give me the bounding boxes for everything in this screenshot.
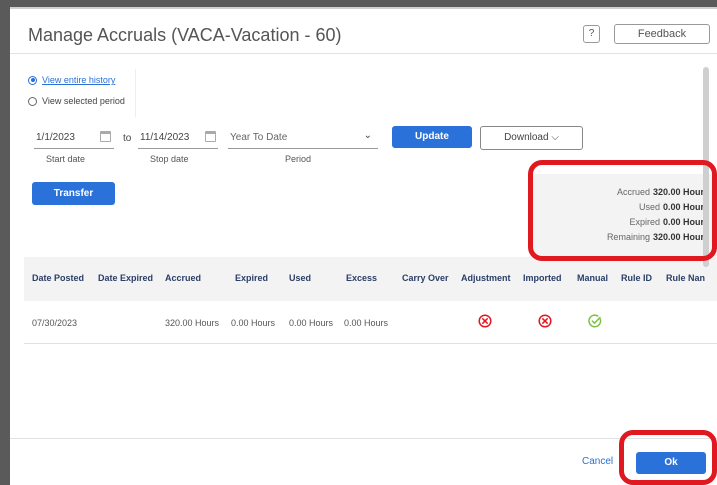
period-label: Period bbox=[285, 154, 312, 164]
update-button[interactable]: Update bbox=[392, 126, 472, 148]
start-date-input[interactable]: 1/1/2023 bbox=[34, 127, 114, 149]
radio-label-selected-period[interactable]: View selected period bbox=[42, 96, 125, 106]
period-value: Year To Date bbox=[230, 132, 288, 143]
radio-view-entire-history[interactable]: View entire history bbox=[28, 75, 115, 85]
column-header: Expired bbox=[235, 273, 269, 283]
x-circle-icon bbox=[538, 314, 552, 328]
column-header: Used bbox=[289, 273, 312, 283]
column-header: Accrued bbox=[165, 273, 202, 283]
column-header: Date Posted bbox=[32, 273, 85, 283]
transfer-button[interactable]: Transfer bbox=[32, 182, 115, 205]
column-header: Adjustment bbox=[461, 273, 511, 283]
chevron-down-icon[interactable]: ⌄ bbox=[364, 130, 372, 141]
column-header: Date Expired bbox=[98, 273, 154, 283]
accruals-table-header: Date Posted Date Expired Accrued Expired… bbox=[24, 257, 717, 301]
cell-date-posted: 07/30/2023 bbox=[32, 318, 78, 328]
help-button[interactable]: ? bbox=[583, 25, 600, 43]
table-row[interactable]: 07/30/2023 320.00 Hours 0.00 Hours 0.00 … bbox=[24, 301, 717, 344]
column-header: Rule Nan bbox=[666, 273, 706, 283]
column-header: Rule ID bbox=[621, 273, 653, 283]
radio-label-entire-history[interactable]: View entire history bbox=[42, 75, 115, 85]
history-options: View entire history View selected period bbox=[24, 69, 136, 117]
footer-divider bbox=[10, 438, 717, 439]
column-header: Excess bbox=[346, 273, 378, 283]
period-select[interactable]: Year To Date ⌄ bbox=[228, 127, 378, 149]
cell-excess: 0.00 Hours bbox=[344, 318, 389, 328]
x-circle-icon bbox=[478, 314, 492, 328]
calendar-icon[interactable] bbox=[100, 131, 111, 142]
column-header: Manual bbox=[577, 273, 609, 283]
feedback-button[interactable]: Feedback bbox=[614, 24, 710, 44]
stop-date-label: Stop date bbox=[150, 154, 189, 164]
radio-view-selected-period[interactable]: View selected period bbox=[28, 96, 125, 106]
summary-highlight-annotation bbox=[528, 160, 717, 261]
cancel-button[interactable]: Cancel bbox=[582, 456, 613, 467]
manage-accruals-dialog: Manage Accruals (VACA-Vacation - 60) ? F… bbox=[10, 7, 717, 485]
column-header: Imported bbox=[523, 273, 562, 283]
ok-highlight-annotation bbox=[619, 430, 717, 485]
to-separator: to bbox=[123, 133, 132, 144]
dialog-title: Manage Accruals (VACA-Vacation - 60) bbox=[28, 25, 342, 45]
stop-date-value: 11/14/2023 bbox=[140, 132, 190, 143]
check-circle-icon bbox=[588, 314, 602, 328]
start-date-value: 1/1/2023 bbox=[36, 132, 75, 143]
radio-selected-icon[interactable] bbox=[28, 75, 37, 85]
header-divider bbox=[10, 53, 717, 54]
stop-date-input[interactable]: 11/14/2023 bbox=[138, 127, 218, 149]
cell-expired: 0.00 Hours bbox=[231, 318, 276, 328]
start-date-label: Start date bbox=[46, 154, 86, 164]
cell-accrued: 320.00 Hours bbox=[165, 318, 220, 328]
radio-unselected-icon[interactable] bbox=[28, 96, 37, 106]
download-button[interactable]: Download ⌵ bbox=[480, 126, 583, 150]
calendar-icon[interactable] bbox=[205, 131, 216, 142]
dialog-top-edge bbox=[10, 7, 717, 9]
cell-used: 0.00 Hours bbox=[289, 318, 334, 328]
column-header: Carry Over bbox=[402, 273, 449, 283]
